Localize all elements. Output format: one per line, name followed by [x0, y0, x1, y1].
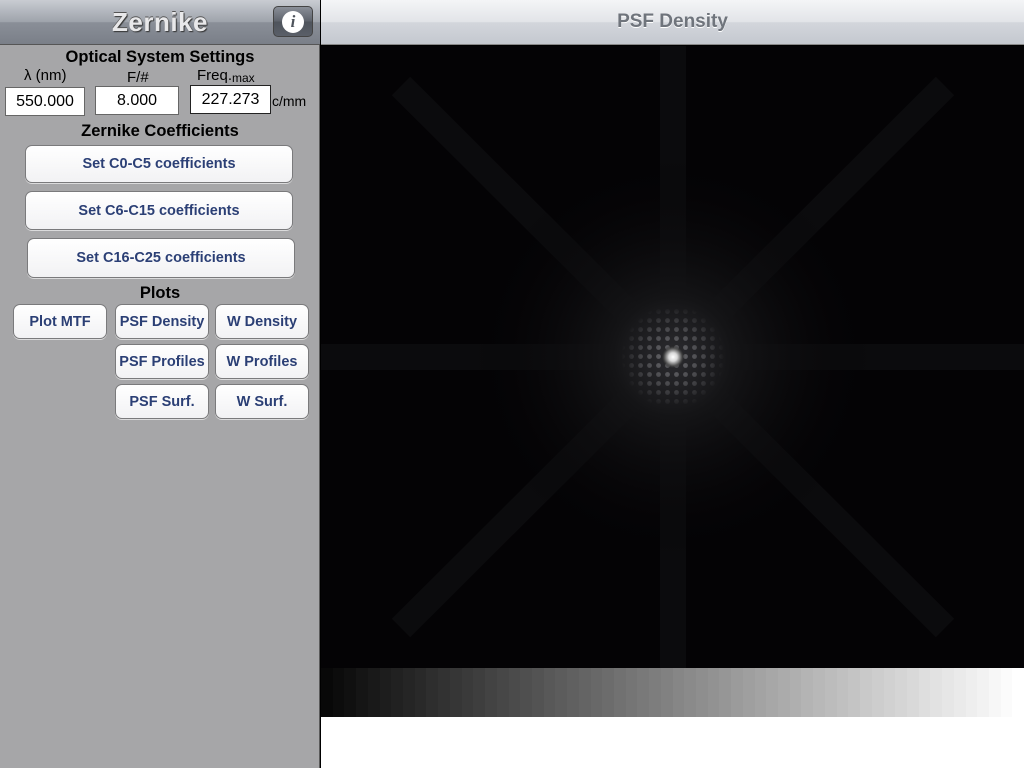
colorbar-step	[367, 668, 380, 717]
colorbar-step	[449, 668, 462, 717]
colorbar-step	[918, 668, 931, 717]
psf-density-graphic	[321, 46, 1024, 668]
colorbar-step	[461, 668, 474, 717]
colorbar-step	[508, 668, 521, 717]
colorbar-step	[414, 668, 427, 717]
plots-heading: Plots	[139, 284, 181, 302]
left-navigation-bar: Zernike i	[0, 0, 320, 45]
w-density-button[interactable]: W Density	[215, 304, 309, 339]
colorbar-step	[485, 668, 497, 717]
colorbar-step	[578, 668, 591, 717]
colorbar-step	[520, 668, 532, 717]
colorbar-step	[1000, 668, 1013, 717]
plot-mtf-button[interactable]: Plot MTF	[13, 304, 107, 339]
colorbar-step	[438, 668, 450, 717]
colorbar-step	[672, 668, 685, 717]
set-c6-c15-button[interactable]: Set C6-C15 coefficients	[25, 191, 293, 230]
colorbar-step	[473, 668, 486, 717]
colorbar-step	[789, 668, 802, 717]
colorbar-step	[801, 668, 814, 717]
wavelength-field[interactable]: 550.000	[5, 87, 85, 116]
colorbar-step	[754, 668, 767, 717]
plot-navigation-bar: PSF Density	[321, 0, 1024, 45]
colorbar-step	[965, 668, 978, 717]
colorbar-step	[496, 668, 509, 717]
colorbar-step	[391, 668, 404, 717]
colorbar-step	[613, 668, 626, 717]
colorbar-step	[953, 668, 966, 717]
w-profiles-button[interactable]: W Profiles	[215, 344, 309, 379]
app-title: Zernike	[112, 7, 208, 37]
colorbar-step	[356, 668, 368, 717]
footer-area	[321, 717, 1024, 768]
info-button[interactable]: i	[273, 6, 313, 37]
colorbar-step	[883, 668, 896, 717]
colorbar-step	[426, 668, 439, 717]
colorbar-step	[332, 668, 345, 717]
colorbar-step	[824, 668, 837, 717]
colorbar-step	[860, 668, 872, 717]
settings-panel: Zernike i Optical System Settings λ (nm)…	[0, 0, 320, 768]
max-frequency-field[interactable]: 227.273	[190, 85, 271, 114]
colorbar-step	[602, 668, 614, 717]
f-number-field[interactable]: 8.000	[95, 86, 179, 115]
optical-settings-heading: Optical System Settings	[65, 48, 255, 66]
wavelength-label: λ (nm)	[24, 67, 67, 84]
colorbar-step	[848, 668, 861, 717]
set-c16-c25-button[interactable]: Set C16-C25 coefficients	[27, 238, 295, 278]
colorbar-step	[637, 668, 650, 717]
colorbar-step	[813, 668, 825, 717]
colorbar-step	[543, 668, 556, 717]
colorbar-step	[403, 668, 415, 717]
colorbar-step	[321, 668, 333, 717]
colorbar-step	[977, 668, 989, 717]
colorbar-step	[684, 668, 696, 717]
frequency-unit: c/mm	[272, 93, 307, 109]
colorbar-step	[766, 668, 779, 717]
psf-profiles-button[interactable]: PSF Profiles	[115, 344, 209, 379]
colorbar-step	[719, 668, 732, 717]
w-surf-button[interactable]: W Surf.	[215, 384, 309, 419]
colorbar-step	[930, 668, 943, 717]
f-number-label: F/#	[127, 69, 149, 86]
psf-central-peak	[661, 345, 685, 369]
colorbar-step	[625, 668, 638, 717]
colorbar-step	[942, 668, 954, 717]
colorbar-step	[379, 668, 392, 717]
grayscale-colorbar	[321, 668, 1024, 717]
colorbar-step	[836, 668, 849, 717]
colorbar-step	[590, 668, 603, 717]
colorbar-step	[1012, 668, 1024, 717]
colorbar-step	[531, 668, 544, 717]
colorbar-step	[707, 668, 720, 717]
colorbar-step	[696, 668, 708, 717]
colorbar-step	[906, 668, 919, 717]
psf-density-button[interactable]: PSF Density	[115, 304, 209, 339]
colorbar-step	[660, 668, 673, 717]
info-icon: i	[282, 10, 304, 33]
colorbar-step	[778, 668, 790, 717]
psf-surf-button[interactable]: PSF Surf.	[115, 384, 209, 419]
colorbar-step	[567, 668, 579, 717]
colorbar-step	[871, 668, 884, 717]
zernike-coefficients-heading: Zernike Coefficients	[81, 122, 239, 140]
colorbar-step	[555, 668, 568, 717]
colorbar-step	[731, 668, 743, 717]
psf-density-image	[321, 46, 1024, 668]
colorbar-step	[649, 668, 661, 717]
colorbar-step	[742, 668, 755, 717]
max-frequency-label: Freq.max	[197, 67, 255, 85]
colorbar-step	[988, 668, 1001, 717]
plot-title: PSF Density	[617, 11, 728, 32]
set-c0-c5-button[interactable]: Set C0-C5 coefficients	[25, 145, 293, 183]
colorbar-step	[344, 668, 357, 717]
colorbar-step	[895, 668, 907, 717]
